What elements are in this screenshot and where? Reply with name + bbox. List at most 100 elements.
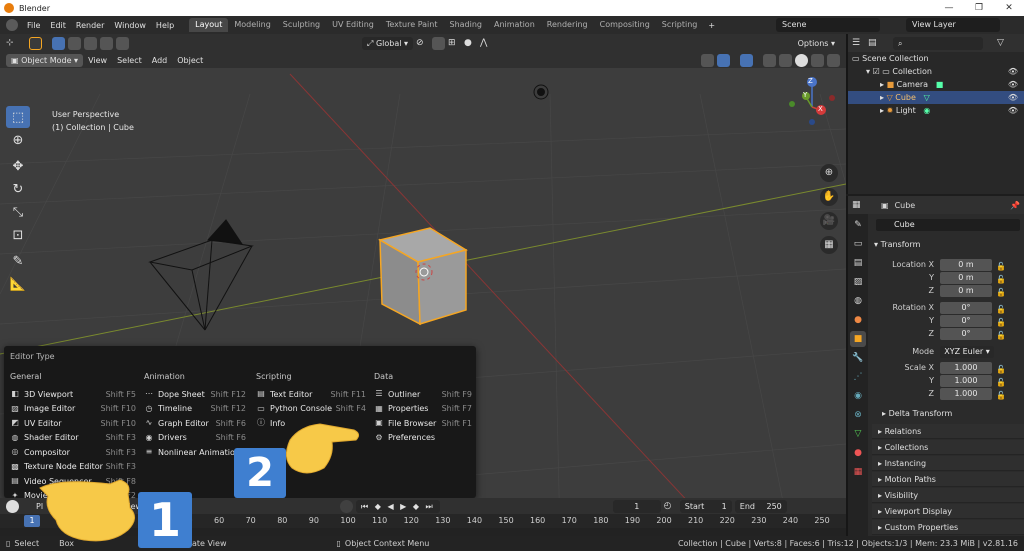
timeline-editor[interactable]: Pl View ⏮ ◆ ◀ ▶ ◆ ⏭ 1 ◴ Start 1 End 250 1 … — [0, 498, 846, 536]
outliner-scene-collection[interactable]: ▭ Scene Collection — [848, 52, 1024, 65]
select-mode-intersect-icon[interactable] — [116, 36, 129, 50]
menu-item-nonlinear-animation[interactable]: ≡ Nonlinear Animation — [144, 445, 246, 460]
gizmo-toggle-icon[interactable] — [717, 53, 730, 67]
expand-chevron-icon[interactable]: ▸ — [880, 106, 884, 115]
menu-item-python-console[interactable]: ▭ Python Console Shift F4 — [256, 402, 366, 417]
tool-settings-icon[interactable]: ⊹ — [6, 37, 26, 50]
cube-object[interactable] — [377, 227, 468, 326]
menu-item-outliner[interactable]: ☰ Outliner Shift F9 — [374, 387, 472, 402]
location-y-field[interactable]: 0 m — [940, 272, 992, 284]
select-mode-new-icon[interactable] — [52, 36, 65, 50]
properties-editor[interactable]: ▦ ▣ Cube 📌 ✎ ▭ ▤ ▨ ◍ ● ■ 🔧 ⋰ ◉ ⊗ ▽ ● ▦ C… — [846, 196, 1024, 536]
current-frame-field[interactable]: 1 — [612, 499, 661, 513]
menu-item-uv-editor[interactable]: ◩ UV Editor Shift F10 — [10, 416, 136, 431]
menu-window[interactable]: Window — [109, 21, 151, 30]
menu-item-video-sequencer[interactable]: ▤ Video Sequencer Shift F8 — [10, 474, 136, 489]
timeline-scrollbar[interactable] — [0, 528, 846, 536]
modifier-tab-icon[interactable]: 🔧 — [850, 350, 866, 366]
light-object[interactable] — [533, 84, 549, 100]
tab-modeling[interactable]: Modeling — [228, 18, 276, 32]
panel-motion-paths[interactable]: ▸ Motion Paths — [872, 472, 1024, 487]
snap-target-icon[interactable]: ⊞ — [448, 37, 461, 50]
scene-tab-icon[interactable]: ◍ — [850, 293, 866, 309]
menu-item-preferences[interactable]: ⚙ Preferences — [374, 431, 472, 446]
outliner-editor-type-icon[interactable]: ☰ — [852, 37, 865, 50]
transform-panel-header[interactable]: ▾ Transform — [874, 240, 920, 249]
world-tab-icon[interactable]: ● — [850, 312, 866, 328]
playback-menu[interactable]: Pl — [31, 502, 48, 511]
select-mode-extend-icon[interactable] — [68, 36, 81, 50]
expand-chevron-icon[interactable]: ▸ — [880, 93, 884, 102]
visibility-icon[interactable] — [701, 53, 714, 67]
menu-item-text-editor[interactable]: ▤ Text Editor Shift F11 — [256, 387, 366, 402]
delta-transform-panel[interactable]: ▸ Delta Transform — [882, 409, 952, 418]
tab-layout[interactable]: Layout — [189, 18, 229, 32]
close-button[interactable]: ✕ — [994, 0, 1024, 16]
tool-tab-icon[interactable]: ✎ — [850, 217, 866, 233]
menu-help[interactable]: Help — [151, 21, 179, 30]
location-z-field[interactable]: 0 m — [940, 285, 992, 297]
snap-icon[interactable] — [432, 36, 446, 50]
rotation-y-field[interactable]: 0° — [940, 315, 992, 327]
viewport-menu-view[interactable]: View — [83, 56, 112, 65]
object-tab-icon[interactable]: ■ — [850, 331, 866, 347]
rendered-shading-icon[interactable] — [827, 53, 840, 67]
xray-toggle-icon[interactable] — [763, 53, 776, 67]
playhead[interactable]: 1 — [24, 515, 40, 527]
record-icon[interactable] — [340, 499, 354, 513]
camera-view-icon[interactable]: 🎥 — [820, 212, 838, 230]
display-mode-icon[interactable]: ▤ — [868, 37, 881, 50]
scale-tool-icon[interactable]: ⤡ — [6, 201, 30, 223]
lock-icons[interactable]: 🔓 🔓 🔓 — [996, 363, 1006, 402]
overlay-toggle-icon[interactable] — [740, 53, 753, 67]
transform-orientation-dropdown[interactable]: ⤢ Global ▾ — [362, 36, 414, 50]
view-layer-selector[interactable]: View Layer — [906, 18, 1000, 32]
annotate-tool-icon[interactable]: ✎ — [6, 250, 30, 272]
outliner-search-input[interactable]: ⌕ — [893, 36, 983, 50]
rotation-mode-dropdown[interactable]: XYZ Euler ▾ — [940, 346, 994, 358]
panel-instancing[interactable]: ▸ Instancing — [872, 456, 1024, 471]
menu-item-3d-viewport[interactable]: ◧ 3D Viewport Shift F5 — [10, 387, 136, 402]
physics-tab-icon[interactable]: ◉ — [850, 388, 866, 404]
menu-item-timeline[interactable]: ◷ Timeline Shift F12 — [144, 402, 247, 417]
lock-icons[interactable]: 🔓 🔓 🔓 — [996, 303, 1006, 342]
menu-file[interactable]: File — [22, 21, 45, 30]
properties-editor-type-icon[interactable]: ▦ — [852, 199, 865, 212]
lock-icons[interactable]: 🔓 🔓 🔓 — [996, 260, 1006, 299]
checkbox-icon[interactable]: ☑ — [873, 67, 880, 76]
panel-custom-properties[interactable]: ▸ Custom Properties — [872, 520, 1024, 535]
eye-icon[interactable]: 👁 — [1008, 93, 1018, 102]
menu-item-graph-editor[interactable]: ∿ Graph Editor Shift F6 — [144, 416, 246, 431]
menu-item-compositor[interactable]: ◎ Compositor Shift F3 — [10, 445, 137, 460]
material-tab-icon[interactable]: ● — [850, 445, 866, 461]
outliner-light[interactable]: ▸ ✹ Light ◉ 👁 — [848, 104, 1024, 117]
menu-item-texture-node-editor[interactable]: ▩ Texture Node Editor Shift F3 — [10, 460, 136, 475]
expand-chevron-icon[interactable]: ▾ — [866, 67, 870, 76]
expand-chevron-icon[interactable]: ▸ — [880, 80, 884, 89]
viewport-menu-object[interactable]: Object — [172, 56, 208, 65]
panel-relations[interactable]: ▸ Relations — [872, 424, 1024, 439]
cursor-tool-icon[interactable]: ⊕ — [6, 129, 30, 151]
render-tab-icon[interactable]: ▭ — [850, 236, 866, 252]
location-x-field[interactable]: 0 m — [940, 259, 992, 271]
tab-sculpting[interactable]: Sculpting — [277, 18, 326, 32]
rotation-x-field[interactable]: 0° — [940, 302, 992, 314]
menu-render[interactable]: Render — [71, 21, 109, 30]
rotation-z-field[interactable]: 0° — [940, 328, 992, 340]
tab-texture-paint[interactable]: Texture Paint — [380, 18, 444, 32]
blender-menu-icon[interactable] — [6, 19, 18, 31]
data-tab-icon[interactable]: ▽ — [850, 426, 866, 442]
tab-animation[interactable]: Animation — [488, 18, 541, 32]
proportional-edit-icon[interactable]: ● — [464, 37, 477, 50]
playback-controls[interactable]: ⏮ ◆ ◀ ▶ ◆ ⏭ — [356, 499, 440, 513]
select-mode-invert-icon[interactable] — [100, 36, 113, 50]
falloff-icon[interactable]: ⋀ — [480, 37, 493, 50]
select-box-tool-icon[interactable]: ⬚ — [6, 106, 30, 128]
outliner-editor[interactable]: ☰ ▤ ⌕ ▽ ▭ Scene Collection ▾ ☑ ▭ Collect… — [846, 34, 1024, 194]
outliner-collection[interactable]: ▾ ☑ ▭ Collection 👁 — [848, 65, 1024, 78]
add-workspace-button[interactable]: + — [703, 21, 720, 30]
menu-item-file-browser[interactable]: ▣ File Browser Shift F1 — [374, 416, 472, 431]
menu-item-shader-editor[interactable]: ◍ Shader Editor Shift F3 — [10, 431, 137, 446]
clock-icon[interactable]: ◴ — [664, 500, 677, 513]
outliner-cube[interactable]: ▸ ▽ Cube ▽ 👁 — [848, 91, 1024, 104]
